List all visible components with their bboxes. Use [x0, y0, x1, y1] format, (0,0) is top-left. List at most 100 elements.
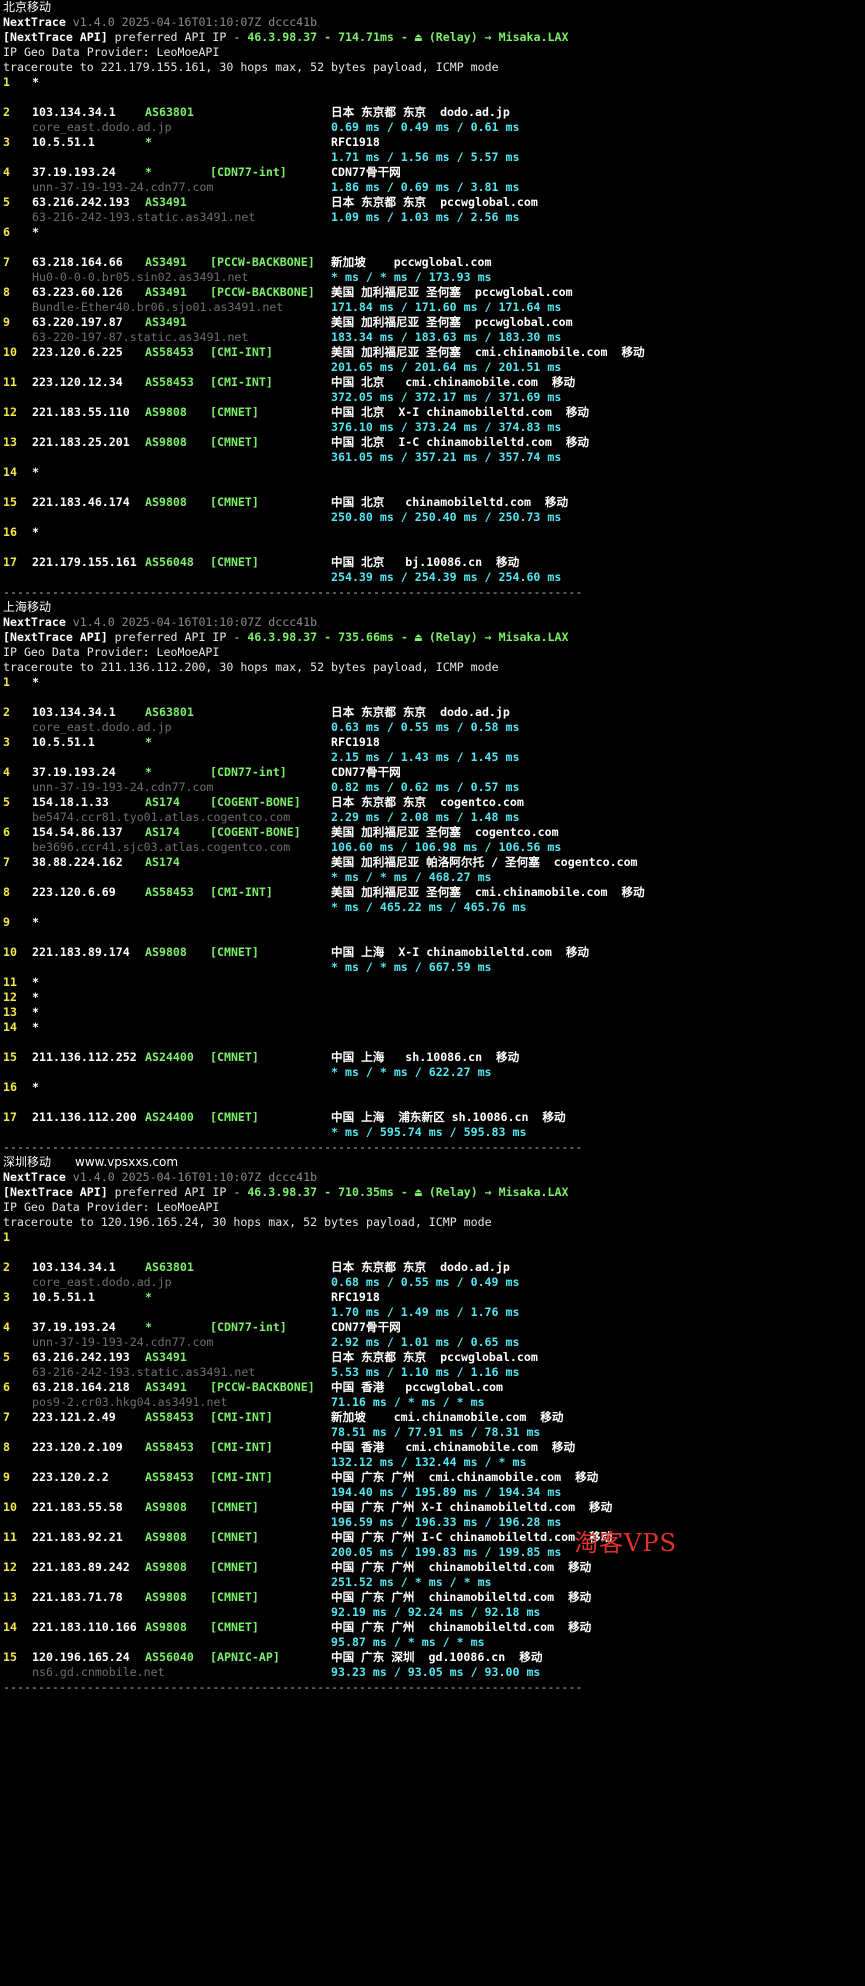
hop-number: 1	[3, 675, 10, 689]
hop-rdns: be3696.ccr41.sjc03.atlas.cogentco.com	[32, 840, 291, 854]
hop-rdns: 63-220-197-87.static.as3491.net	[32, 330, 249, 344]
hop-geo: 中国 广东 广州 cmi.chinamobile.com 移动	[331, 1470, 599, 1484]
hop-number: 11	[3, 1530, 17, 1544]
hop-row: 6 *	[3, 225, 683, 240]
hop-number: 8	[3, 1440, 10, 1454]
trace-command: traceroute to 120.196.165.24, 30 hops ma…	[3, 1215, 492, 1229]
hop-rtt: 372.05 ms / 372.17 ms / 371.69 ms	[331, 390, 562, 404]
hop-number: 7	[3, 1410, 10, 1424]
hop-rdns: 63-216-242-193.static.as3491.net	[32, 210, 256, 224]
hop-asn: AS63801	[145, 1260, 194, 1274]
hop-asn: AS63801	[145, 105, 194, 119]
hop-number: 8	[3, 285, 10, 299]
hop-number: 8	[3, 885, 10, 899]
hop-number: 6	[3, 1380, 10, 1394]
hop-rtt: 95.87 ms / * ms / * ms	[331, 1635, 485, 1649]
hop-asn: AS58453	[145, 885, 194, 899]
hop-timeout: *	[32, 975, 39, 989]
hop-detail-row: 92.19 ms / 92.24 ms / 92.18 ms	[3, 1605, 683, 1620]
section-title: 北京移动	[3, 0, 52, 14]
hop-row: 17 211.136.112.200 AS24400 [CMNET] 中国 上海 浦东新…	[3, 1110, 683, 1125]
hop-ip: 38.88.224.162	[32, 855, 123, 869]
hop-geo: RFC1918	[331, 135, 380, 149]
hop-geo: 日本 东京都 东京 pccwglobal.com	[331, 195, 538, 209]
hop-geo: 日本 东京都 东京 cogentco.com	[331, 795, 524, 809]
hop-geo: 中国 上海 sh.10086.cn 移动	[331, 1050, 520, 1064]
api-latency: - 735.66ms -	[317, 630, 415, 644]
section-separator: ----------------------------------------…	[3, 1680, 683, 1695]
hop-detail-row: unn-37-19-193-24.cdn77.com 2.92 ms / 1.01…	[3, 1335, 683, 1350]
api-label: [NextTrace API]	[3, 1185, 108, 1199]
api-line: [NextTrace API] preferred API IP - 46.3.…	[3, 630, 683, 645]
hop-asn: *	[145, 135, 152, 149]
hop-row: 14 *	[3, 465, 683, 480]
hop-network-tag: [CMI-INT]	[210, 1440, 273, 1454]
hop-network-tag: [COGENT-BONE]	[210, 825, 301, 839]
hop-network-tag: [CMNET]	[210, 1500, 259, 1514]
hop-row: 8 223.120.6.69 AS58453 [CMI-INT] 美国 加利福尼亚 圣何…	[3, 885, 683, 900]
hop-row: 1 *	[3, 75, 683, 90]
hop-rdns: core_east.dodo.ad.jp	[32, 120, 172, 134]
hop-ip: 10.5.51.1	[32, 135, 95, 149]
hop-number: 11	[3, 375, 17, 389]
hop-rtt: 92.19 ms / 92.24 ms / 92.18 ms	[331, 1605, 541, 1619]
hop-ip: 37.19.193.24	[32, 165, 116, 179]
hop-geo: 中国 上海 浦东新区 sh.10086.cn 移动	[331, 1110, 566, 1124]
hop-timeout: *	[32, 525, 39, 539]
api-line: [NextTrace API] preferred API IP - 46.3.…	[3, 30, 683, 45]
hop-ip: 223.121.2.49	[32, 1410, 116, 1424]
hop-number: 10	[3, 345, 17, 359]
hop-ip: 211.136.112.252	[32, 1050, 137, 1064]
hop-number: 12	[3, 990, 17, 1004]
hop-number: 12	[3, 1560, 17, 1574]
hop-ip: 221.183.89.242	[32, 1560, 130, 1574]
hop-geo: RFC1918	[331, 1290, 380, 1304]
hop-detail-row: 63-220-197-87.static.as3491.net 183.34 ms…	[3, 330, 683, 345]
hop-network-tag: [CDN77-int]	[210, 1320, 287, 1334]
hop-geo: 中国 北京 X-I chinamobileltd.com 移动	[331, 405, 590, 419]
hop-row: 8 223.120.2.109 AS58453 [CMI-INT] 中国 香港 cmi.…	[3, 1440, 683, 1455]
hop-geo: 中国 香港 cmi.chinamobile.com 移动	[331, 1440, 576, 1454]
hop-row: 9 223.120.2.2 AS58453 [CMI-INT] 中国 广东 广州 cmi…	[3, 1470, 683, 1485]
hop-network-tag: [CMI-INT]	[210, 885, 273, 899]
trace-command-line: traceroute to 120.196.165.24, 30 hops ma…	[3, 1215, 683, 1230]
hop-timeout: *	[32, 675, 39, 689]
hop-detail-row: unn-37-19-193-24.cdn77.com 0.82 ms / 0.62…	[3, 780, 683, 795]
hop-row: 10 223.120.6.225 AS58453 [CMI-INT] 美国 加利福尼亚 …	[3, 345, 683, 360]
hop-detail-row: 254.39 ms / 254.39 ms / 254.60 ms	[3, 570, 683, 585]
version-info: v1.4.0 2025-04-16T01:10:07Z dccc41b	[65, 15, 318, 29]
hop-timeout: *	[32, 1005, 39, 1019]
hop-ip: 63.220.197.87	[32, 315, 123, 329]
hop-asn: AS9808	[145, 945, 187, 959]
trace-command-line: traceroute to 221.179.155.161, 30 hops m…	[3, 60, 683, 75]
hop-ip: 63.223.60.126	[32, 285, 123, 299]
hop-ip: 221.183.89.174	[32, 945, 130, 959]
hop-number: 13	[3, 1590, 17, 1604]
hop-number: 1	[3, 1230, 10, 1244]
hop-ip: 221.179.155.161	[32, 555, 137, 569]
separator: ----------------------------------------…	[3, 1680, 583, 1694]
hop-asn: AS58453	[145, 1440, 194, 1454]
hop-asn: AS3491	[145, 1380, 187, 1394]
hop-row: 6 154.54.86.137 AS174 [COGENT-BONE] 美国 加利福尼亚…	[3, 825, 683, 840]
hop-number: 5	[3, 1350, 10, 1364]
hop-asn: AS56040	[145, 1650, 194, 1664]
hop-rtt: 132.12 ms / 132.44 ms / * ms	[331, 1455, 527, 1469]
hop-detail-row: * ms / 465.22 ms / 465.76 ms	[3, 900, 683, 915]
hop-row: 11 *	[3, 975, 683, 990]
hop-geo: 美国 加利福尼亚 圣何塞 cogentco.com	[331, 825, 559, 839]
hop-rtt: 254.39 ms / 254.39 ms / 254.60 ms	[331, 570, 562, 584]
hop-rtt: 183.34 ms / 183.63 ms / 183.30 ms	[331, 330, 562, 344]
hop-row: 13 221.183.71.78 AS9808 [CMNET] 中国 广东 广州 chi…	[3, 1590, 683, 1605]
hop-detail-row: unn-37-19-193-24.cdn77.com 1.86 ms / 0.69…	[3, 180, 683, 195]
hop-spacer	[3, 480, 683, 495]
hop-rtt: 0.82 ms / 0.62 ms / 0.57 ms	[331, 780, 520, 794]
terminal-output: 北京移动 NextTrace v1.4.0 2025-04-16T01:10:07…	[3, 0, 683, 1695]
hop-number: 7	[3, 855, 10, 869]
hop-spacer	[3, 240, 683, 255]
hop-number: 6	[3, 225, 10, 239]
hop-ip: 154.18.1.33	[32, 795, 109, 809]
hop-detail-row: 1.71 ms / 1.56 ms / 5.57 ms	[3, 150, 683, 165]
section-header: 北京移动	[3, 0, 683, 15]
hop-ip: 10.5.51.1	[32, 1290, 95, 1304]
